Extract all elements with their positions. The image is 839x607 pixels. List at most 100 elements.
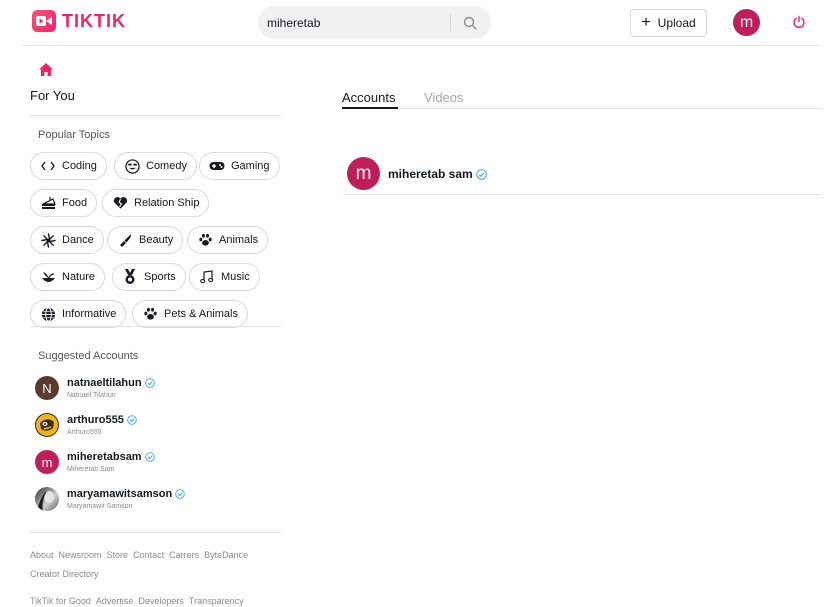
search-button[interactable]	[460, 13, 480, 33]
footer-link[interactable]: TikTik for Good	[30, 596, 91, 606]
account-username: maryamawitsamson	[67, 488, 185, 500]
plant-icon	[40, 269, 56, 285]
account-display-name: Maryamawit Samson	[67, 503, 133, 510]
lipstick-icon	[117, 232, 133, 248]
account-text: arthuro555 Arthuro555	[67, 414, 137, 436]
footer-link[interactable]: Developers	[138, 596, 184, 606]
cartoon-avatar-icon	[40, 419, 54, 431]
topic-label: Animals	[219, 234, 259, 246]
search-tabs: Accounts Videos	[342, 88, 822, 109]
footer-link[interactable]: Advertise	[96, 596, 134, 606]
top-bar: TIKTIK + Upload m	[0, 0, 839, 46]
account-item[interactable]: arthuro555 Arthuro555	[35, 411, 137, 439]
topic-label: Relation Ship	[134, 197, 200, 209]
topic-label: Coding	[62, 160, 97, 172]
footer-link[interactable]: Store	[107, 550, 129, 560]
footer-link[interactable]: Contact	[133, 550, 164, 560]
search-bar	[258, 6, 491, 39]
account-text: maryamawitsamson Maryamawit Samson	[67, 488, 185, 510]
user-initial: m	[739, 13, 754, 31]
topic-pets-animals[interactable]: Pets & Animals	[132, 300, 248, 328]
search-input[interactable]	[267, 15, 447, 30]
topic-label: Gaming	[231, 160, 270, 172]
verified-icon	[475, 168, 487, 180]
topic-animals[interactable]: Animals	[187, 226, 269, 254]
avatar	[35, 487, 59, 511]
topic-label: Sports	[144, 271, 176, 283]
gamepad-icon	[209, 158, 225, 174]
account-text: miheretabsam Miheretab Sam	[67, 451, 155, 473]
account-display-name: Miheretab Sam	[67, 466, 115, 473]
plus-icon: +	[641, 14, 651, 31]
result-username: miheretab sam	[388, 167, 487, 181]
upload-button[interactable]: + Upload	[630, 9, 707, 37]
logout-button[interactable]	[789, 12, 809, 32]
sidebar-divider	[30, 326, 281, 327]
avatar: N	[35, 376, 59, 400]
account-item[interactable]: maryamawitsamson Maryamawit Samson	[35, 485, 185, 513]
verified-icon	[144, 378, 155, 388]
cake-icon	[40, 195, 56, 211]
search-icon	[463, 16, 477, 30]
for-you-link[interactable]: For You	[30, 88, 75, 103]
topic-beauty[interactable]: Beauty	[107, 226, 184, 254]
topic-label: Comedy	[146, 160, 187, 172]
upload-label: Upload	[657, 16, 696, 30]
footer-link[interactable]: ByteDance	[204, 550, 248, 560]
topic-relationship[interactable]: Relation Ship	[102, 189, 210, 217]
avatar: m	[347, 157, 380, 190]
topic-gaming[interactable]: Gaming	[199, 152, 280, 180]
account-username: natnaeltilahun	[67, 377, 155, 389]
tab-accounts[interactable]: Accounts	[342, 90, 395, 105]
topic-sports[interactable]: Sports	[112, 263, 186, 291]
topic-label: Beauty	[139, 234, 174, 246]
topic-music[interactable]: Music	[189, 263, 260, 291]
footer-links-row2: Creator Directory	[30, 569, 104, 579]
footer-links-row3: TikTik for Good Advertise Developers Transp…	[30, 596, 249, 606]
photo-avatar-icon	[37, 491, 54, 511]
suggested-accounts-title: Suggested Accounts	[38, 350, 139, 362]
music-notes-icon	[199, 269, 215, 285]
account-text: natnaeltilahun Natnael Tilahun	[67, 377, 155, 399]
logo[interactable]: TIKTIK	[32, 10, 126, 32]
avatar	[35, 413, 59, 437]
footer-link[interactable]: Carrers	[169, 550, 199, 560]
topic-food[interactable]: Food	[30, 189, 98, 217]
footer-link[interactable]: About	[30, 550, 54, 560]
topic-comedy[interactable]: Comedy	[114, 152, 197, 180]
topic-label: Informative	[62, 308, 117, 320]
footer-link[interactable]: Newsroom	[59, 550, 102, 560]
account-username: arthuro555	[67, 414, 137, 426]
verified-icon	[144, 452, 155, 462]
sidebar-divider	[30, 532, 281, 533]
username-text: arthuro555	[67, 414, 124, 426]
topic-label: Nature	[62, 271, 96, 283]
video-camera-icon	[32, 10, 56, 32]
laughing-face-icon	[124, 158, 140, 174]
username-text: miheretabsam	[67, 451, 142, 463]
account-result[interactable]: m miheretab sam	[343, 155, 822, 195]
topic-dance[interactable]: Dance	[30, 226, 104, 254]
topic-informative[interactable]: Informative	[30, 300, 127, 328]
paw-icon	[197, 232, 213, 248]
popular-topics-title: Popular Topics	[38, 129, 110, 141]
footer-link[interactable]: Transparency	[189, 596, 244, 606]
verified-icon	[127, 415, 137, 425]
account-item[interactable]: m miheretabsam Miheretab Sam	[35, 448, 155, 476]
globe-icon	[40, 306, 56, 322]
sidebar-divider	[30, 115, 281, 116]
verified-icon	[175, 489, 185, 499]
topic-nature[interactable]: Nature	[30, 263, 106, 291]
tab-videos[interactable]: Videos	[424, 90, 464, 105]
dance-icon	[40, 232, 56, 248]
home-link[interactable]	[38, 62, 54, 82]
account-item[interactable]: N natnaeltilahun Natnael Tilahun	[35, 374, 155, 402]
username-text: maryamawitsamson	[67, 488, 173, 500]
footer-link[interactable]: Creator Directory	[30, 569, 99, 579]
active-tab-indicator	[342, 107, 398, 109]
username-text: natnaeltilahun	[67, 377, 142, 389]
user-avatar[interactable]: m	[733, 9, 760, 36]
topic-coding[interactable]: Coding	[30, 152, 107, 180]
topic-label: Dance	[62, 234, 94, 246]
topic-label: Food	[62, 197, 88, 209]
